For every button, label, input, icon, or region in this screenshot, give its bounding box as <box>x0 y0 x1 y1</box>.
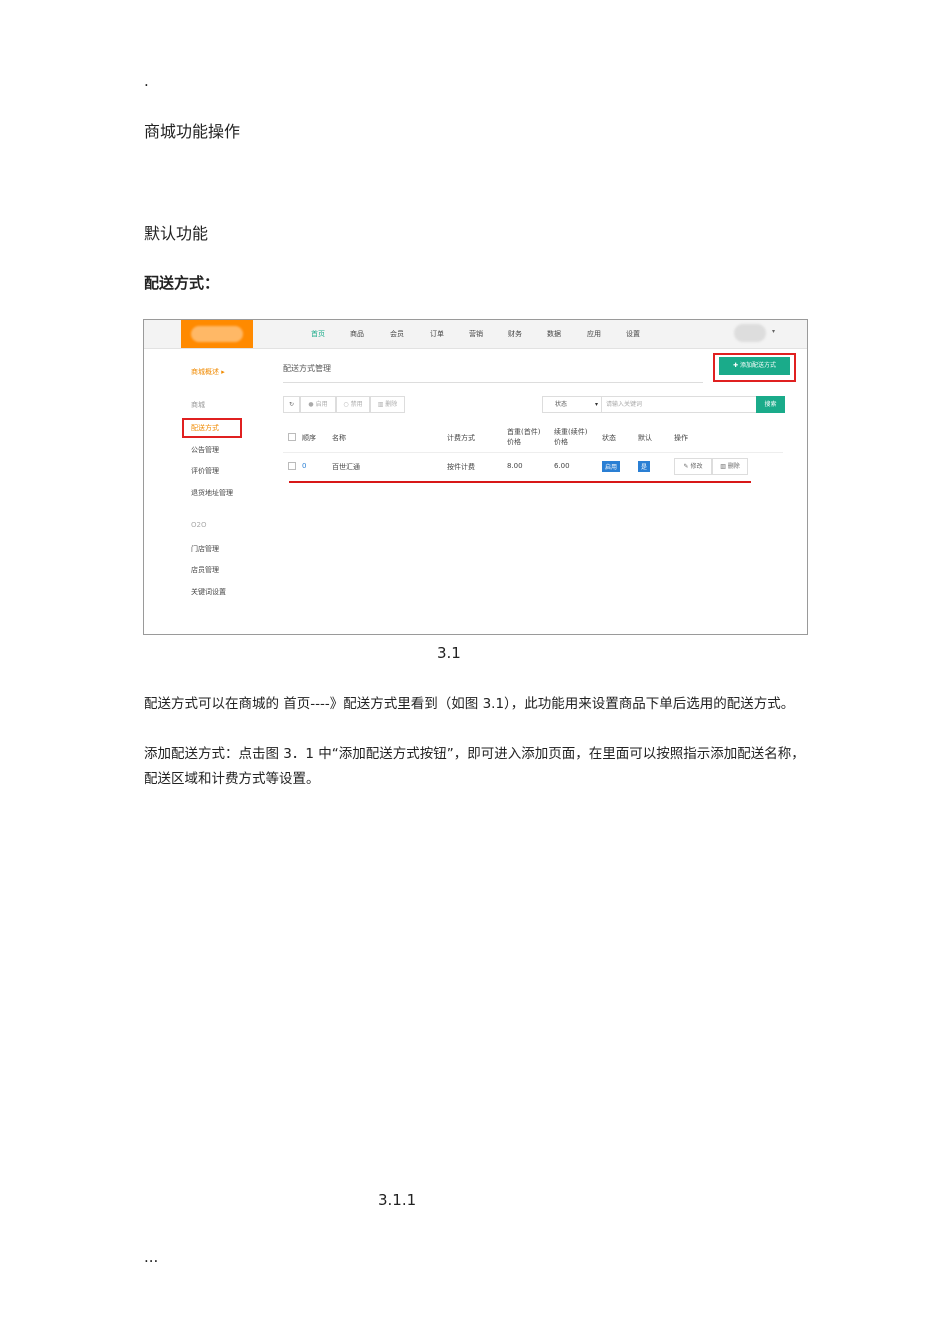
document-page: . 商城功能操作 默认功能 配送方式： 首页 商品 会员 订单 营销 财务 数据… <box>0 0 950 1344</box>
keyword-placeholder: 请输入关键词 <box>606 401 643 408</box>
sidebar-item-reviews[interactable]: 评价管理 <box>191 466 219 476</box>
header-mark: . <box>144 72 149 90</box>
nav-apps[interactable]: 应用 <box>587 329 601 339</box>
disable-button[interactable]: ○ 禁用 <box>336 396 370 413</box>
sidebar-item-clerks[interactable]: 店员管理 <box>191 565 219 575</box>
status-select-value: 状态 <box>555 401 568 408</box>
subsection-title: 配送方式： <box>144 274 220 292</box>
edit-button[interactable]: ✎ 修改 <box>674 458 712 475</box>
figure-caption: 3.1 <box>437 644 461 662</box>
figure-caption: 3.1.1 <box>378 1191 417 1209</box>
col-first-price: 首重(首件)价格 <box>507 428 541 446</box>
row-name: 百世汇通 <box>332 463 360 471</box>
col-default: 默认 <box>638 434 652 442</box>
sidebar-overview[interactable]: 商城概述 ▸ <box>191 367 225 377</box>
screenshot-figure: 首页 商品 会员 订单 营销 财务 数据 应用 设置 ▾ 商城概述 ▸ 商城 配… <box>143 319 808 635</box>
footer-mark: ... <box>144 1248 159 1266</box>
row-delete-button[interactable]: ▥ 删除 <box>712 458 748 475</box>
nav-goods[interactable]: 商品 <box>350 329 364 339</box>
enable-button[interactable]: ● 启用 <box>300 396 336 413</box>
status-select[interactable]: 状态 ▾ <box>542 396 602 413</box>
chevron-down-icon[interactable]: ▾ <box>772 328 775 335</box>
paragraph: 配送方式可以在商城的 首页----》配送方式里看到（如图 3.1），此功能用来设… <box>144 696 795 712</box>
nav-orders[interactable]: 订单 <box>430 329 444 339</box>
chevron-down-icon: ▾ <box>594 401 598 408</box>
divider <box>283 452 783 453</box>
row-first-price: 8.00 <box>507 462 523 470</box>
row-billing: 按件计费 <box>447 463 475 471</box>
nav-home[interactable]: 首页 <box>311 329 325 339</box>
row-checkbox[interactable] <box>288 462 296 470</box>
row-order[interactable]: 0 <box>302 462 306 470</box>
section-title: 默认功能 <box>144 224 209 243</box>
col-name: 名称 <box>332 434 346 442</box>
select-all-checkbox[interactable] <box>288 433 296 441</box>
keyword-input[interactable]: 请输入关键词 <box>601 396 757 413</box>
default-badge[interactable]: 是 <box>638 461 651 472</box>
status-badge[interactable]: 启用 <box>602 461 621 472</box>
sidebar-group-mall: 商城 <box>191 401 205 409</box>
col-actions: 操作 <box>674 434 688 442</box>
delete-button[interactable]: ▥ 删除 <box>370 396 405 413</box>
row-extra-price: 6.00 <box>554 462 570 470</box>
avatar[interactable] <box>734 324 766 342</box>
divider <box>283 382 703 383</box>
nav-marketing[interactable]: 营销 <box>469 329 483 339</box>
doc-title: 商城功能操作 <box>144 122 241 141</box>
sidebar-item-keywords[interactable]: 关键词设置 <box>191 587 226 597</box>
sidebar-item-return-address[interactable]: 退货地址管理 <box>191 488 233 498</box>
nav-members[interactable]: 会员 <box>390 329 404 339</box>
add-shipping-button[interactable]: ✚ 添加配送方式 <box>719 357 790 375</box>
col-billing: 计费方式 <box>447 434 475 442</box>
sidebar-item-shipping[interactable]: 配送方式 <box>191 423 219 433</box>
col-extra-price: 续重(续件)价格 <box>554 428 588 446</box>
nav-finance[interactable]: 财务 <box>508 329 522 339</box>
red-underline <box>289 481 751 483</box>
refresh-button[interactable]: ↻ <box>283 396 300 413</box>
logo <box>181 320 253 348</box>
page-title: 配送方式管理 <box>283 364 331 373</box>
sidebar-group-o2o: O2O <box>191 521 207 529</box>
col-status: 状态 <box>602 434 616 442</box>
paragraph: 添加配送方式：点击图 3．1 中“添加配送方式按钮”，即可进入添加页面，在里面可… <box>144 746 805 787</box>
sidebar-item-stores[interactable]: 门店管理 <box>191 544 219 554</box>
search-button[interactable]: 搜索 <box>756 396 785 413</box>
col-order: 顺序 <box>302 434 316 442</box>
sidebar-item-notice[interactable]: 公告管理 <box>191 445 219 455</box>
nav-data[interactable]: 数据 <box>547 329 561 339</box>
nav-settings[interactable]: 设置 <box>626 329 640 339</box>
